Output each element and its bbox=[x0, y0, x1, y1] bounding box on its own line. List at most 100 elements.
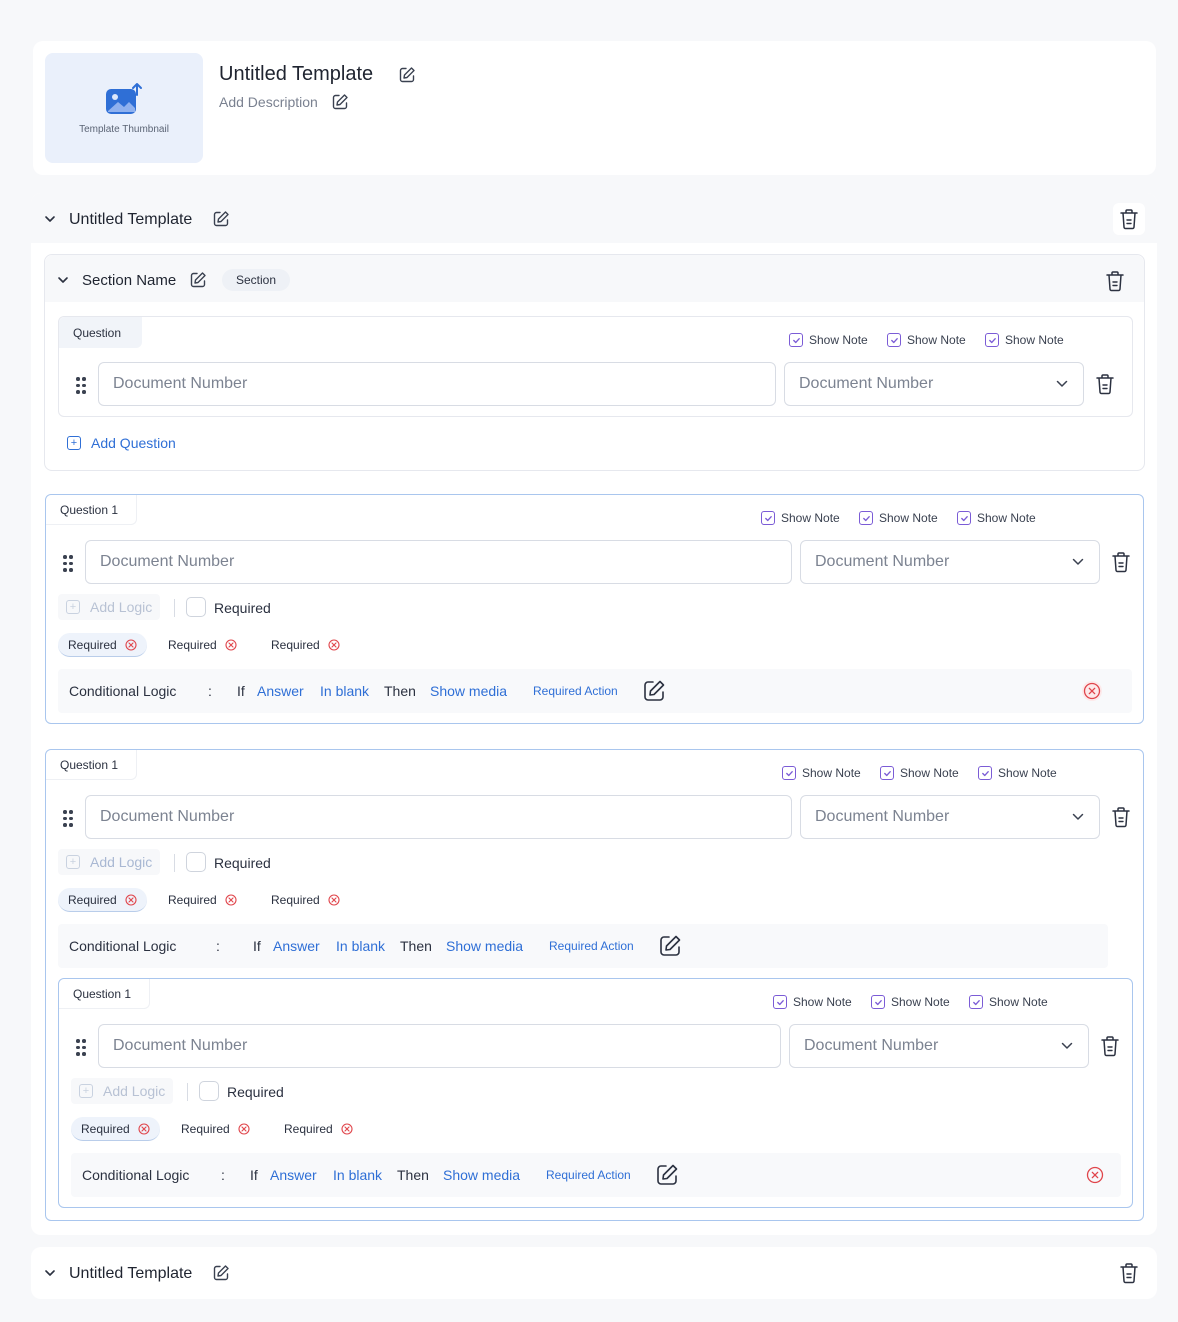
show-note-option[interactable]: Show Note bbox=[773, 995, 852, 1009]
show-note-option[interactable]: Show Note bbox=[880, 766, 959, 780]
checkbox-checked[interactable] bbox=[887, 333, 901, 347]
delete-template-button[interactable] bbox=[1113, 203, 1145, 235]
logic-condition-link[interactable]: In blank bbox=[333, 1167, 382, 1183]
required-action-link[interactable]: Required Action bbox=[533, 684, 618, 698]
show-note-option[interactable]: Show Note bbox=[789, 333, 868, 347]
required-chip[interactable]: Required bbox=[168, 633, 237, 657]
remove-circle-icon[interactable] bbox=[125, 638, 137, 651]
logic-condition-link[interactable]: In blank bbox=[320, 683, 369, 699]
show-note-option[interactable]: Show Note bbox=[887, 333, 966, 347]
show-note-option[interactable]: Show Note bbox=[969, 995, 1048, 1009]
required-chip[interactable]: Required bbox=[271, 888, 340, 912]
collapse-template-button[interactable] bbox=[41, 210, 59, 228]
edit-description-button[interactable] bbox=[330, 92, 350, 112]
question-input[interactable]: Document Number bbox=[98, 1024, 781, 1068]
delete-section-button[interactable] bbox=[1103, 269, 1127, 293]
checkbox-checked[interactable] bbox=[880, 766, 894, 780]
template-block-title: Untitled Template bbox=[69, 211, 193, 228]
required-action-link[interactable]: Required Action bbox=[546, 1168, 631, 1182]
remove-logic-button[interactable] bbox=[1085, 1165, 1105, 1185]
logic-answer-link[interactable]: Answer bbox=[270, 1167, 317, 1183]
drag-handle-icon[interactable] bbox=[76, 377, 86, 394]
logic-answer-link[interactable]: Answer bbox=[257, 683, 304, 699]
check-icon bbox=[764, 515, 772, 521]
logic-action-link[interactable]: Show media bbox=[430, 683, 507, 699]
checkbox-checked[interactable] bbox=[789, 333, 803, 347]
remove-logic-button[interactable] bbox=[1082, 681, 1102, 701]
drag-handle-icon[interactable] bbox=[63, 555, 73, 572]
logic-action-link[interactable]: Show media bbox=[446, 938, 523, 954]
edit-title-button[interactable] bbox=[397, 65, 417, 85]
checkbox-checked[interactable] bbox=[859, 511, 873, 525]
required-chip[interactable]: Required bbox=[284, 1117, 353, 1141]
template-thumbnail[interactable]: Template Thumbnail bbox=[45, 53, 203, 163]
template-block: Untitled Template Section Name Section Q… bbox=[31, 193, 1157, 1235]
checkbox-checked[interactable] bbox=[761, 511, 775, 525]
show-note-option[interactable]: Show Note bbox=[985, 333, 1064, 347]
question-input[interactable]: Document Number bbox=[85, 795, 792, 839]
checkbox-checked[interactable] bbox=[782, 766, 796, 780]
remove-circle-icon[interactable] bbox=[125, 893, 137, 906]
checkbox-checked[interactable] bbox=[871, 995, 885, 1009]
checkbox-checked[interactable] bbox=[978, 766, 992, 780]
question-input[interactable]: Document Number bbox=[85, 540, 792, 584]
delete-question-button[interactable] bbox=[1098, 1034, 1122, 1058]
remove-circle-icon[interactable] bbox=[341, 1123, 353, 1135]
remove-circle-icon[interactable] bbox=[238, 1123, 250, 1135]
drag-handle-icon[interactable] bbox=[63, 810, 73, 827]
delete-question-button[interactable] bbox=[1109, 805, 1133, 829]
checkbox-checked[interactable] bbox=[969, 995, 983, 1009]
delete-question-button[interactable] bbox=[1093, 372, 1117, 396]
required-checkbox[interactable] bbox=[186, 597, 206, 617]
add-logic-button[interactable]: + Add Logic bbox=[58, 594, 161, 620]
edit-logic-button[interactable] bbox=[658, 934, 682, 958]
show-note-option[interactable]: Show Note bbox=[978, 766, 1057, 780]
edit-template-button[interactable] bbox=[211, 1263, 231, 1283]
edit-logic-button[interactable] bbox=[655, 1163, 679, 1187]
show-note-option[interactable]: Show Note bbox=[957, 511, 1036, 525]
add-logic-button[interactable]: + Add Logic bbox=[58, 849, 161, 875]
delete-question-button[interactable] bbox=[1109, 550, 1133, 574]
required-chip[interactable]: Required bbox=[58, 888, 147, 912]
remove-circle-icon[interactable] bbox=[328, 894, 340, 906]
remove-circle-icon[interactable] bbox=[138, 1122, 150, 1135]
checkbox-checked[interactable] bbox=[773, 995, 787, 1009]
required-chip[interactable]: Required bbox=[71, 1117, 160, 1141]
delete-template-button[interactable] bbox=[1117, 1261, 1141, 1285]
required-chip[interactable]: Required bbox=[181, 1117, 250, 1141]
collapse-template-button[interactable] bbox=[41, 1264, 59, 1282]
show-note-option[interactable]: Show Note bbox=[871, 995, 950, 1009]
edit-section-button[interactable] bbox=[188, 270, 208, 290]
logic-condition-link[interactable]: In blank bbox=[336, 938, 385, 954]
edit-logic-button[interactable] bbox=[642, 679, 666, 703]
show-note-option[interactable]: Show Note bbox=[761, 511, 840, 525]
required-chip[interactable]: Required bbox=[168, 888, 237, 912]
drag-handle-icon[interactable] bbox=[76, 1039, 86, 1056]
required-chip[interactable]: Required bbox=[58, 633, 147, 657]
checkbox-checked[interactable] bbox=[957, 511, 971, 525]
required-checkbox[interactable] bbox=[186, 852, 206, 872]
remove-circle-icon[interactable] bbox=[225, 894, 237, 906]
show-note-option[interactable]: Show Note bbox=[859, 511, 938, 525]
show-note-option[interactable]: Show Note bbox=[782, 766, 861, 780]
remove-circle-icon[interactable] bbox=[225, 639, 237, 651]
question-type-select[interactable]: Document Number bbox=[789, 1024, 1089, 1068]
question-input[interactable]: Document Number bbox=[98, 362, 776, 406]
edit-template-button[interactable] bbox=[211, 209, 231, 229]
collapse-section-button[interactable] bbox=[55, 272, 71, 288]
required-action-link[interactable]: Required Action bbox=[549, 939, 634, 953]
question-type-select[interactable]: Document Number bbox=[800, 795, 1100, 839]
checkbox-checked[interactable] bbox=[985, 333, 999, 347]
remove-circle-icon[interactable] bbox=[328, 639, 340, 651]
logic-action-link[interactable]: Show media bbox=[443, 1167, 520, 1183]
required-checkbox[interactable] bbox=[199, 1081, 219, 1101]
plus-icon: + bbox=[67, 436, 81, 450]
check-icon bbox=[981, 770, 989, 776]
question-type-select[interactable]: Document Number bbox=[800, 540, 1100, 584]
question-type-select[interactable]: Document Number bbox=[784, 362, 1084, 406]
add-logic-button[interactable]: + Add Logic bbox=[71, 1078, 174, 1104]
add-question-button[interactable]: + Add Question bbox=[67, 435, 176, 451]
required-chip[interactable]: Required bbox=[271, 633, 340, 657]
logic-answer-link[interactable]: Answer bbox=[273, 938, 320, 954]
logic-colon: : bbox=[208, 683, 212, 699]
